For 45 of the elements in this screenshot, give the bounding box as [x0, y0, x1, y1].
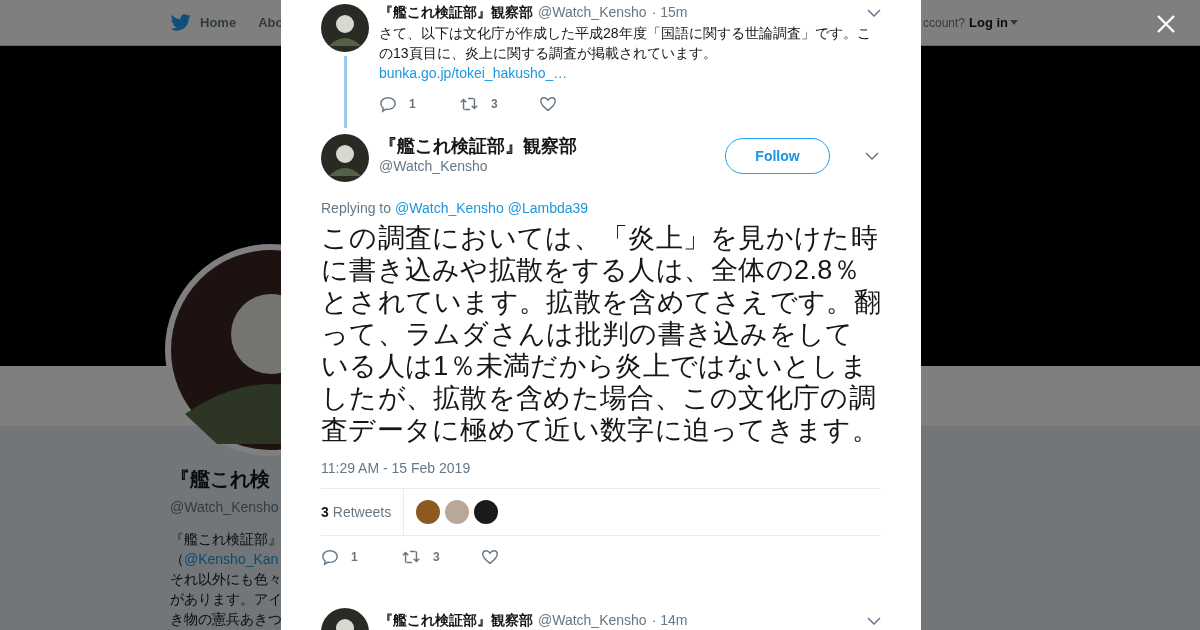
bio-line: があります。アイ — [170, 590, 281, 609]
profile-handle: @Watch_Kensho — [170, 499, 280, 515]
avatar[interactable] — [321, 4, 369, 52]
nav-link[interactable]: Home — [200, 15, 237, 30]
login-link[interactable]: Log in — [969, 15, 1008, 30]
avatar[interactable] — [321, 134, 369, 182]
mention-link[interactable]: @Watch_Kensho — [395, 200, 504, 216]
tweet-timestamp: 11:29 AM - 15 Feb 2019 — [321, 460, 472, 476]
chevron-icon[interactable] — [867, 617, 881, 625]
bio-line: （@Kensho_Kan — [170, 550, 280, 569]
profile-name: 『艦これ検 — [170, 467, 271, 492]
close-icon[interactable] — [1157, 15, 1175, 33]
author-handle[interactable]: @Watch_Kensho — [538, 612, 647, 628]
action-count: 1 — [409, 97, 416, 111]
reply-icon[interactable] — [321, 548, 339, 566]
author-name[interactable]: 『艦これ検証部』観察部 — [379, 4, 533, 22]
chevron-icon[interactable] — [867, 9, 881, 17]
account-prompt: ccount? — [922, 15, 965, 30]
tweet-time[interactable]: · 14m — [651, 612, 688, 628]
mention-link[interactable]: @Lambda39 — [507, 200, 589, 216]
tweet-text: さて、以下は文化庁が作成した平成28年度「国語に関する世論調査」です。この13頁目に、炎上に関する調査が掲載されています。 — [379, 24, 872, 63]
chevron-icon[interactable] — [865, 152, 879, 160]
tweet-time[interactable]: · 15m — [651, 4, 688, 20]
follow-button[interactable]: Follow — [725, 138, 830, 174]
heart-icon[interactable] — [481, 548, 499, 566]
retweet-stat[interactable]: 3 Retweets — [321, 489, 405, 535]
author-handle[interactable]: @Watch_Kensho — [538, 4, 647, 20]
bio-line: 『艦これ検証部』 — [170, 530, 281, 549]
replying-label: Replying to — [321, 200, 392, 216]
action-count: 3 — [491, 97, 498, 111]
caret-icon[interactable] — [1010, 20, 1018, 25]
tweet-link[interactable]: bunka.go.jp/tokei_hakusho_… — [379, 63, 881, 83]
heart-icon[interactable] — [539, 95, 557, 113]
tweet-text: この調査においては、「炎上」を見かけた時に書き込みや拡散をする人は、全体の2.8％とされています。拡散を含めてさえです。翻って、ラムダさんは批判の書き込みをしている人は1％未満だから炎上ではないとしましたが、拡散を含めた場合、この文化庁の調査データに極めて近い数字に迫ってきます。 — [321, 222, 881, 446]
retweet-icon[interactable] — [401, 548, 421, 566]
bio-line: き物の憲兵あきつ — [170, 610, 281, 629]
action-count: 3 — [433, 550, 440, 564]
author-name[interactable]: 『艦これ検証部』観察部 — [379, 612, 533, 630]
action-count: 1 — [351, 550, 358, 564]
retweeter-avatar[interactable] — [474, 500, 499, 524]
retweet-icon[interactable] — [459, 95, 479, 113]
bio-line: それ以外にも色々 — [170, 570, 281, 589]
author-name[interactable]: 『艦これ検証部』観察部 — [379, 135, 577, 157]
reply-icon[interactable] — [379, 95, 397, 113]
author-handle[interactable]: @Watch_Kensho — [379, 158, 577, 174]
